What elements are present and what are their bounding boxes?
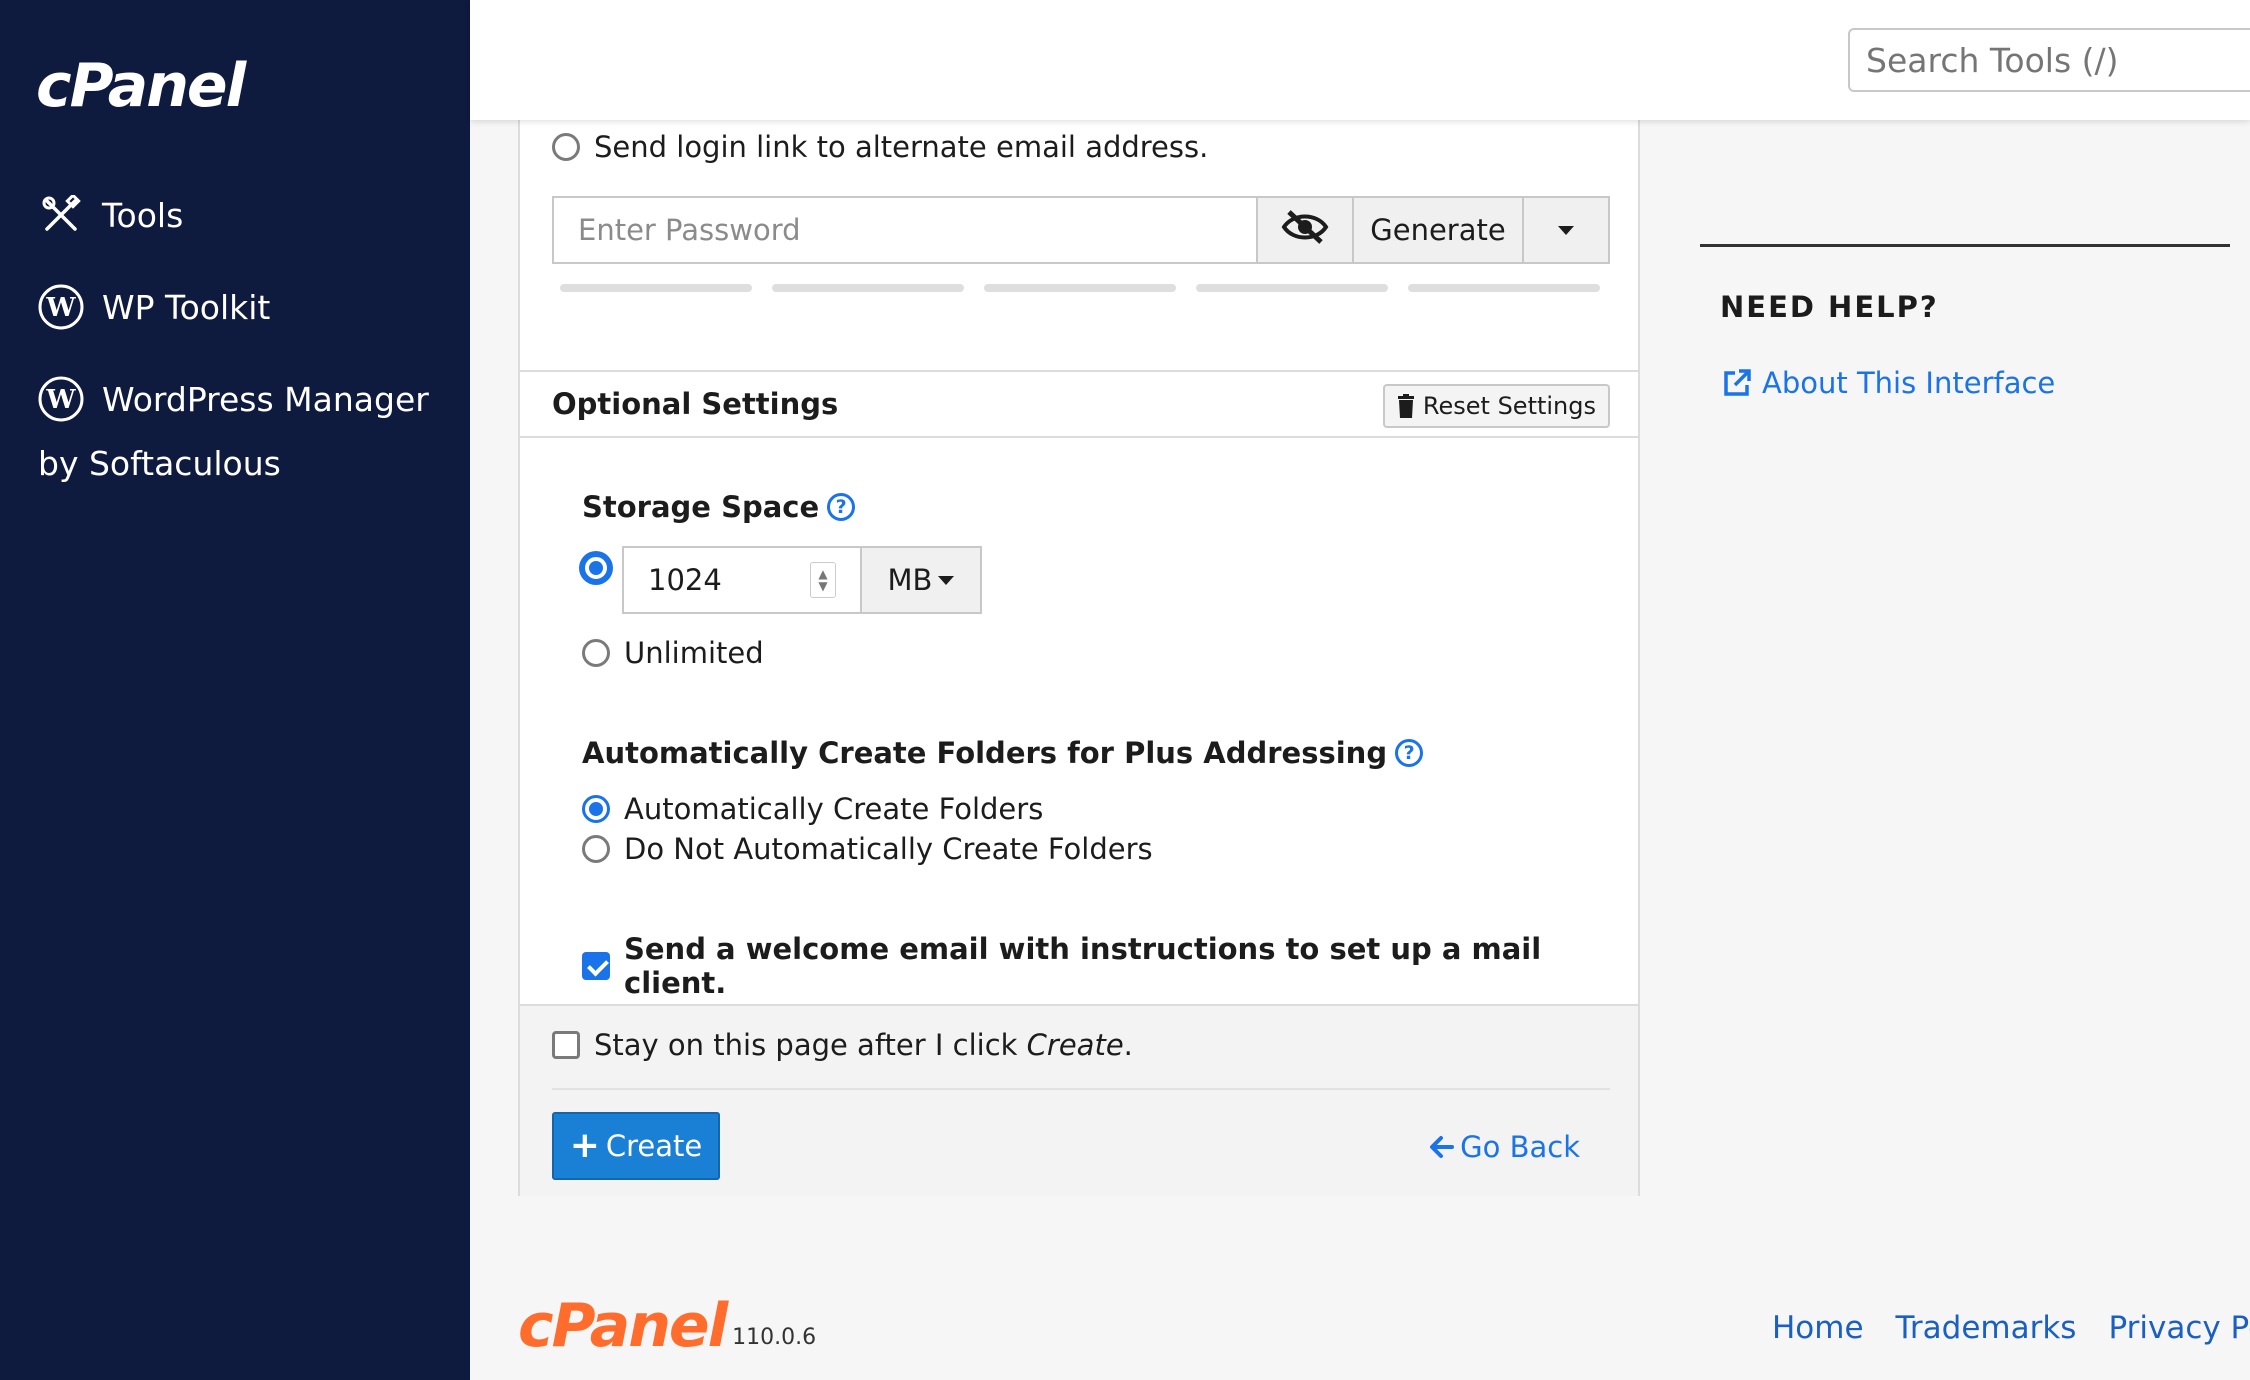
storage-quota-group: 1024 ▲ ▼ MB (622, 546, 982, 614)
caret-down-icon (1558, 225, 1574, 235)
generate-options-dropdown[interactable] (1522, 198, 1608, 262)
sidebar-item-label: WordPress Manager (102, 379, 429, 419)
create-button[interactable]: + Create (552, 1112, 720, 1180)
storage-quota-value: 1024 (648, 563, 722, 597)
stay-on-page-label: Stay on this page after I click Create. (594, 1028, 1133, 1062)
caret-down-icon (938, 575, 955, 585)
help-icon[interactable]: ? (827, 493, 856, 521)
stay-on-page-checkbox[interactable] (552, 1031, 580, 1059)
search-tools-input[interactable] (1848, 28, 2250, 92)
wordpress-icon: W (36, 282, 86, 332)
auto-create-folders-radio[interactable] (582, 795, 610, 823)
password-group: Generate (552, 196, 1610, 264)
stay-on-page-option[interactable]: Stay on this page after I click Create. (552, 1028, 1133, 1062)
auto-create-folders-label: Automatically Create Folders (624, 792, 1044, 826)
divider (552, 1088, 1610, 1090)
welcome-email-label: Send a welcome email with instructions t… (624, 932, 1542, 1000)
help-icon[interactable]: ? (1395, 739, 1424, 767)
create-label: Create (605, 1129, 703, 1163)
sidebar-item-label: WP Toolkit (102, 287, 271, 327)
password-strength-segment (1196, 284, 1388, 292)
login-link-option[interactable]: Send login link to alternate email addre… (552, 130, 1208, 164)
welcome-email-checkbox[interactable] (582, 952, 610, 980)
about-interface-label: About This Interface (1762, 366, 2056, 400)
sidebar-item-sublabel: by Softaculous (38, 444, 281, 483)
about-interface-link[interactable]: About This Interface (1722, 366, 2055, 400)
storage-unlimited-label: Unlimited (624, 636, 764, 670)
plus-icon: + (569, 1125, 600, 1166)
svg-text:W: W (45, 293, 76, 323)
top-bar (470, 0, 2250, 120)
login-link-label: Send login link to alternate email addre… (594, 130, 1209, 164)
plus-addressing-text: Automatically Create Folders for Plus Ad… (582, 736, 1388, 770)
arrow-left-icon (1428, 1135, 1455, 1159)
stay-on-page-suffix: . (1123, 1028, 1133, 1062)
storage-space-text: Storage Space (582, 490, 820, 524)
need-help-title: NEED HELP? (1720, 290, 1939, 324)
password-strength-segment (560, 284, 752, 292)
svg-text:W: W (45, 385, 76, 415)
password-strength-segment (984, 284, 1176, 292)
go-back-label: Go Back (1460, 1130, 1580, 1164)
sidebar: cPanel Tools W WP Toolkit W WordPress Ma… (0, 0, 470, 1380)
reset-settings-label: Reset Settings (1422, 392, 1596, 420)
welcome-email-option[interactable]: Send a welcome email with instructions t… (582, 932, 1638, 1000)
help-divider (1700, 244, 2230, 247)
cpanel-logo[interactable]: cPanel (36, 56, 246, 116)
cpanel-logo-text: cPanel (36, 51, 246, 121)
auto-create-folders-option[interactable]: Automatically Create Folders (582, 792, 1043, 826)
create-email-form: Send login link to alternate email addre… (518, 100, 1640, 1196)
storage-limited-option[interactable] (582, 554, 624, 582)
storage-unlimited-option[interactable]: Unlimited (582, 636, 764, 670)
password-strength-segment (1408, 284, 1600, 292)
toggle-password-visibility-button[interactable] (1256, 198, 1352, 262)
storage-space-label: Storage Space ? (582, 490, 856, 524)
generate-password-button[interactable]: Generate (1352, 198, 1522, 262)
stay-on-page-text: Stay on this page after I click (594, 1028, 1027, 1062)
trash-icon (1397, 394, 1415, 418)
stay-on-page-emphasis: Create (1026, 1028, 1124, 1062)
sidebar-item-wp-toolkit[interactable]: W WP Toolkit (36, 282, 270, 332)
password-input[interactable] (554, 198, 1256, 262)
cpanel-footer-logo[interactable]: cPanel (518, 1296, 728, 1356)
storage-limited-radio[interactable] (582, 554, 610, 582)
form-actions: Stay on this page after I click Create. … (520, 1004, 1638, 1196)
sidebar-item-label: Tools (102, 195, 184, 235)
eye-slash-icon (1281, 209, 1329, 252)
optional-settings-title: Optional Settings (552, 387, 839, 421)
storage-unit-label: MB (887, 563, 933, 597)
number-spinner-icon[interactable]: ▲ ▼ (810, 562, 836, 598)
reset-settings-button[interactable]: Reset Settings (1382, 384, 1610, 428)
footer-brand: cPanel 110.0.6 (518, 1296, 816, 1356)
footer-links: Home Trademarks Privacy Pol (1772, 1310, 2250, 1346)
no-auto-create-folders-option[interactable]: Do Not Automatically Create Folders (582, 832, 1153, 866)
external-link-icon (1722, 368, 1752, 398)
footer-link-home[interactable]: Home (1772, 1310, 1864, 1346)
sidebar-item-tools[interactable]: Tools (36, 190, 183, 240)
password-strength-segment (772, 284, 964, 292)
sidebar-item-wordpress-manager[interactable]: W WordPress Manager (36, 374, 429, 424)
go-back-link[interactable]: Go Back (1428, 1130, 1580, 1164)
plus-addressing-label: Automatically Create Folders for Plus Ad… (582, 736, 1424, 770)
storage-quota-input[interactable]: 1024 ▲ ▼ (622, 546, 862, 614)
optional-settings-header: Optional Settings Reset Settings (520, 370, 1638, 438)
wordpress-icon: W (36, 374, 86, 424)
no-auto-create-folders-radio[interactable] (582, 835, 610, 863)
version-number: 110.0.6 (732, 1325, 817, 1350)
tools-icon (36, 190, 86, 240)
storage-unlimited-radio[interactable] (582, 639, 610, 667)
no-auto-create-folders-label: Do Not Automatically Create Folders (624, 832, 1153, 866)
footer-link-trademarks[interactable]: Trademarks (1896, 1310, 2077, 1346)
login-link-radio[interactable] (552, 133, 580, 161)
footer-link-privacy[interactable]: Privacy Pol (2108, 1310, 2250, 1346)
storage-unit-dropdown[interactable]: MB (862, 546, 982, 614)
